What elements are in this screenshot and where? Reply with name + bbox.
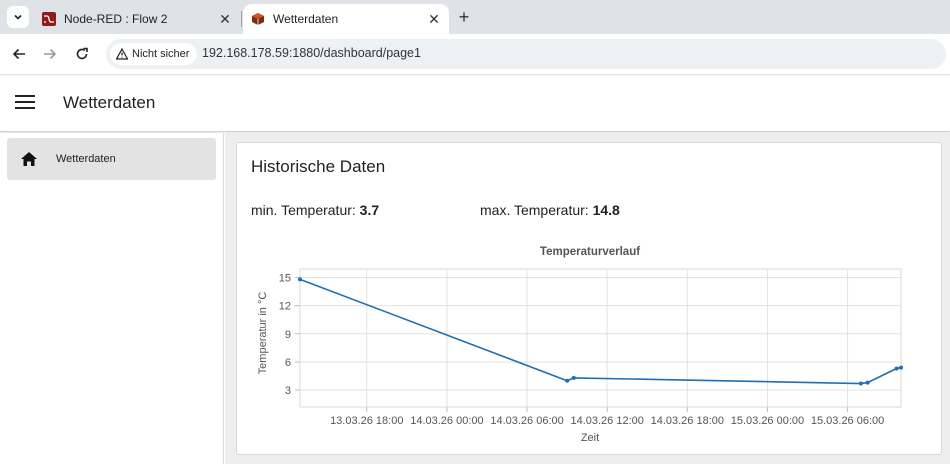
- back-button[interactable]: [8, 43, 30, 65]
- chart-title: Temperaturverlauf: [540, 246, 640, 258]
- new-tab-button[interactable]: +: [454, 7, 474, 27]
- close-icon[interactable]: ✕: [425, 10, 443, 28]
- warning-icon: [116, 48, 128, 60]
- card-title: Historische Daten: [251, 157, 386, 176]
- tab-separator: [241, 11, 242, 27]
- arrow-left-icon: [12, 48, 25, 60]
- x-tick-label: 15.03.26 06:00: [811, 415, 884, 427]
- x-tick-label: 14.03.26 18:00: [651, 415, 724, 427]
- data-point: [894, 366, 899, 371]
- app-header: Wetterdaten: [0, 76, 950, 132]
- reload-icon: [76, 47, 88, 60]
- close-icon[interactable]: ✕: [216, 10, 234, 28]
- min-temperature: min. Temperatur: 3.7: [251, 202, 379, 218]
- data-point: [571, 375, 576, 380]
- address-bar[interactable]: Nicht sicher 192.168.178.59:1880/dashboa…: [106, 39, 946, 69]
- x-tick-label: 13.03.26 18:00: [330, 415, 403, 427]
- temperature-chart: Temperaturverlauf 15 12 9 6 3 13.03.26 18:00 1…: [257, 246, 903, 444]
- data-point: [858, 381, 863, 386]
- browser-tab-node-red[interactable]: Node-RED : Flow 2 ✕: [34, 4, 240, 34]
- browser-tab-wetterdaten[interactable]: Wetterdaten ✕: [243, 4, 449, 34]
- data-point: [865, 380, 870, 385]
- plot-frame: [299, 268, 902, 408]
- tab-search-button[interactable]: [7, 6, 29, 28]
- browser-tabstrip: Node-RED : Flow 2 ✕ Wetterdaten ✕ +: [0, 0, 950, 34]
- tab-title: Node-RED : Flow 2: [64, 12, 168, 26]
- x-axis-label: Zeit: [581, 432, 599, 444]
- y-tick-label: 3: [285, 385, 291, 397]
- home-icon: [21, 152, 37, 166]
- url-text[interactable]: 192.168.178.59:1880/dashboard/page1: [202, 46, 421, 60]
- min-temperature-value: 3.7: [359, 202, 380, 218]
- max-temperature-value: 14.8: [592, 202, 620, 218]
- menu-icon[interactable]: [15, 95, 35, 111]
- y-tick-label: 12: [279, 301, 291, 313]
- historical-data-card: Historische Daten min. Temperatur: 3.7 m…: [236, 142, 942, 455]
- page-title: Wetterdaten: [63, 93, 156, 112]
- y-axis-label: Temperatur in °C: [257, 292, 269, 375]
- main-content: Historische Daten min. Temperatur: 3.7 m…: [225, 133, 950, 464]
- tab-title: Wetterdaten: [273, 12, 339, 26]
- sidebar-item-label: Wetterdaten: [56, 153, 116, 165]
- node-red-icon: [42, 12, 56, 26]
- plus-icon: +: [458, 6, 470, 27]
- y-tick-label: 6: [285, 357, 291, 369]
- x-tick-label: 14.03.26 00:00: [410, 415, 483, 427]
- data-point: [298, 277, 302, 282]
- temperature-series-line: [299, 278, 902, 385]
- sidebar: Wetterdaten: [0, 133, 224, 464]
- max-temperature: max. Temperatur: 14.8: [480, 202, 620, 218]
- x-tick-label: 14.03.26 12:00: [570, 415, 643, 427]
- data-point: [899, 365, 903, 370]
- browser-toolbar: Nicht sicher 192.168.178.59:1880/dashboa…: [0, 34, 950, 75]
- data-point: [565, 378, 570, 383]
- forward-button[interactable]: [39, 43, 61, 65]
- dashboard-icon: [251, 12, 265, 26]
- x-tick-label: 14.03.26 06:00: [490, 415, 563, 427]
- y-tick-label: 9: [285, 329, 291, 341]
- min-temperature-label: min. Temperatur:: [251, 202, 356, 218]
- security-label: Nicht sicher: [132, 48, 190, 60]
- max-temperature-label: max. Temperatur:: [480, 202, 589, 218]
- arrow-right-icon: [44, 48, 57, 60]
- chevron-down-icon: [14, 14, 22, 20]
- y-tick-label: 15: [279, 272, 291, 284]
- security-chip[interactable]: Nicht sicher: [110, 43, 198, 65]
- x-tick-label: 15.03.26 00:00: [731, 415, 804, 427]
- sidebar-item-wetterdaten[interactable]: Wetterdaten: [7, 138, 216, 180]
- reload-button[interactable]: [71, 43, 93, 65]
